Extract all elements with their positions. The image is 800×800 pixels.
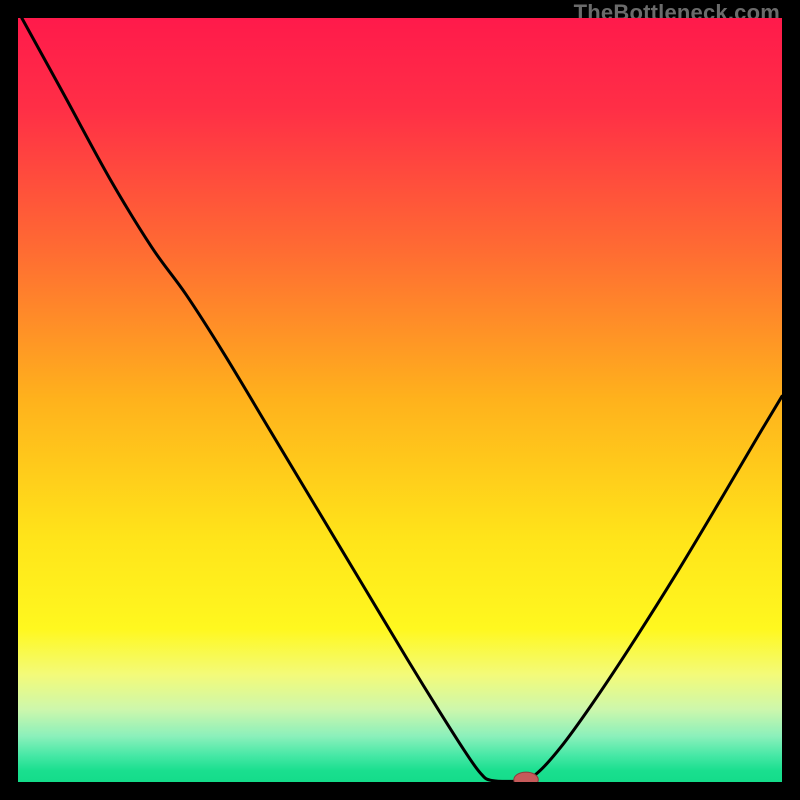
gradient-backdrop	[18, 18, 782, 782]
plot-area	[18, 18, 782, 782]
chart-container: TheBottleneck.com	[0, 0, 800, 800]
chart-svg	[18, 18, 782, 782]
